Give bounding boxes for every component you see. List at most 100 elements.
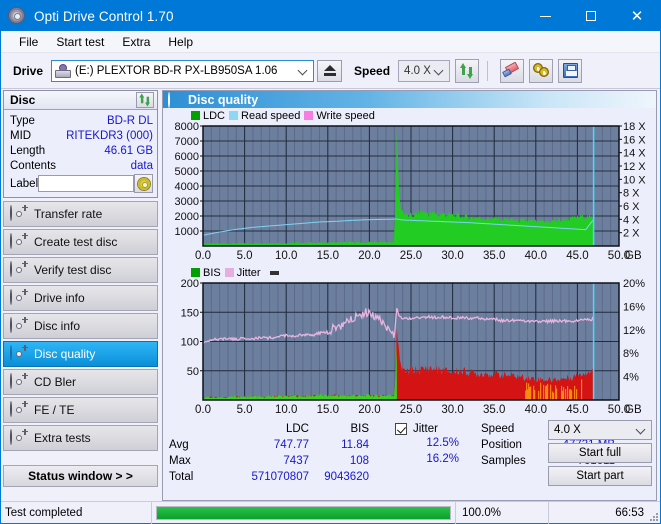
sidebar-item-cd-bler[interactable]: CD Bler bbox=[3, 369, 158, 395]
eject-button[interactable] bbox=[317, 59, 343, 82]
svg-text:40.0: 40.0 bbox=[525, 250, 547, 262]
discs-button[interactable] bbox=[529, 58, 554, 83]
svg-text:35.0: 35.0 bbox=[483, 250, 505, 262]
svg-text:15.0: 15.0 bbox=[317, 404, 339, 416]
jitter-checkbox[interactable] bbox=[395, 423, 407, 435]
legend-jitter: Jitter bbox=[224, 267, 261, 279]
sidebar-item-verify-test-disc[interactable]: Verify test disc bbox=[3, 257, 158, 283]
start-full-button[interactable]: Start full bbox=[548, 443, 652, 463]
main-panel: Disc quality LDC Read speed Write speed bbox=[162, 90, 657, 501]
menu-extra[interactable]: Extra bbox=[113, 33, 159, 51]
status-window-button[interactable]: Status window > > bbox=[3, 465, 158, 487]
legend-read-speed: Read speed bbox=[229, 110, 300, 122]
svg-text:35.0: 35.0 bbox=[483, 404, 505, 416]
legend-swatch-write-speed bbox=[304, 111, 314, 120]
app-disc-icon bbox=[8, 7, 26, 25]
svg-text:20%: 20% bbox=[623, 279, 645, 290]
ldc-chart-svg: 1000 2000 3000 4000 5000 6000 7000 8000 2 X 4 X6 … bbox=[175, 122, 647, 262]
drive-icon bbox=[55, 63, 72, 78]
sidebar-item-fe-te[interactable]: FE / TE bbox=[3, 397, 158, 423]
stats-col-ldc: LDC bbox=[285, 423, 309, 435]
svg-text:10.0: 10.0 bbox=[275, 250, 297, 262]
close-button[interactable]: ✕ bbox=[614, 1, 660, 31]
svg-text:10 X: 10 X bbox=[623, 174, 646, 186]
sidebar-item-create-test-disc[interactable]: Create test disc bbox=[3, 229, 158, 255]
stats-row-label: Avg bbox=[169, 439, 189, 451]
sidebar-label: Transfer rate bbox=[34, 207, 103, 221]
drive-select[interactable]: (E:) PLEXTOR BD-R PX-LB950SA 1.06 bbox=[51, 59, 315, 82]
application-window: Opti Drive Control 1.70 ✕ File Start tes… bbox=[0, 0, 661, 524]
top-chart: 1000 2000 3000 4000 5000 6000 7000 8000 2 X 4 X6 … bbox=[163, 122, 656, 265]
refresh-button[interactable] bbox=[455, 58, 480, 83]
window-title: Opti Drive Control 1.70 bbox=[34, 8, 174, 24]
svg-text:5000: 5000 bbox=[175, 166, 199, 178]
sidebar-nav: Transfer rate Create test disc Verify te… bbox=[3, 201, 158, 451]
menu-bar: File Start test Extra Help bbox=[1, 31, 660, 53]
erase-button[interactable] bbox=[500, 58, 525, 83]
sidebar-item-transfer-rate[interactable]: Transfer rate bbox=[3, 201, 158, 227]
sidebar-item-drive-info[interactable]: Drive info bbox=[3, 285, 158, 311]
test-speed-value: 4.0 X bbox=[554, 424, 581, 436]
legend-swatch-ldc bbox=[191, 111, 200, 120]
sidebar-item-extra-tests[interactable]: Extra tests bbox=[3, 425, 158, 451]
test-controls: 4.0 X Start full Start part bbox=[548, 420, 652, 486]
title-bar: Opti Drive Control 1.70 ✕ bbox=[1, 1, 660, 31]
menu-start-test[interactable]: Start test bbox=[47, 33, 113, 51]
test-speed-select[interactable]: 4.0 X bbox=[548, 420, 652, 440]
sidebar-label: Extra tests bbox=[34, 431, 91, 445]
save-button[interactable] bbox=[558, 58, 583, 83]
disc-key-label: Label bbox=[10, 177, 39, 190]
maximize-button[interactable] bbox=[568, 1, 614, 31]
sidebar-label: Create test disc bbox=[34, 235, 118, 249]
legend-swatch-jitter bbox=[224, 268, 234, 277]
svg-text:0.0: 0.0 bbox=[195, 404, 211, 416]
progress-percent: 100.0% bbox=[462, 506, 502, 519]
svg-text:1000: 1000 bbox=[175, 226, 199, 238]
legend-label: BIS bbox=[203, 266, 221, 279]
svg-text:7000: 7000 bbox=[175, 136, 199, 148]
svg-text:40.0: 40.0 bbox=[525, 404, 547, 416]
svg-text:25.0: 25.0 bbox=[400, 404, 422, 416]
sidebar-item-disc-info[interactable]: Disc info bbox=[3, 313, 158, 339]
svg-text:25.0: 25.0 bbox=[400, 250, 422, 262]
disc-icon bbox=[10, 288, 28, 307]
toolbar: Drive (E:) PLEXTOR BD-R PX-LB950SA 1.06 … bbox=[1, 53, 660, 89]
sidebar-item-disc-quality[interactable]: Disc quality bbox=[3, 341, 158, 367]
svg-text:200: 200 bbox=[181, 279, 199, 290]
sidebar-label: Drive info bbox=[34, 291, 85, 305]
cursor-marker-icon bbox=[269, 270, 279, 275]
stats-avg-ldc: 747.77 bbox=[273, 439, 309, 451]
menu-help[interactable]: Help bbox=[159, 33, 202, 51]
disc-panel: Disc Type BD-R DL MID RITEKDR3 (000) Len… bbox=[3, 90, 158, 198]
sidebar-label: FE / TE bbox=[34, 403, 75, 417]
table-row: Avg 747.77 11.84 bbox=[169, 437, 369, 453]
drive-select-value: (E:) PLEXTOR BD-R PX-LB950SA 1.06 bbox=[75, 64, 278, 77]
start-part-button[interactable]: Start part bbox=[548, 466, 652, 486]
disc-row-length: Length 46.61 GB bbox=[10, 143, 153, 158]
svg-text:30.0: 30.0 bbox=[441, 250, 463, 262]
disc-key-contents: Contents bbox=[10, 159, 57, 172]
svg-text:4000: 4000 bbox=[175, 181, 199, 193]
disc-properties: Type BD-R DL MID RITEKDR3 (000) Length 4… bbox=[4, 110, 157, 197]
disc-value-length: 46.61 GB bbox=[104, 144, 153, 157]
svg-text:100: 100 bbox=[181, 337, 199, 349]
chevron-down-icon bbox=[433, 65, 444, 75]
stats-header-row: LDC BIS bbox=[169, 421, 369, 437]
disc-label-input[interactable] bbox=[38, 175, 135, 192]
disc-refresh-button[interactable] bbox=[136, 92, 154, 108]
menu-file[interactable]: File bbox=[10, 33, 47, 51]
disc-icon bbox=[10, 204, 28, 223]
disc-row-label: Label bbox=[10, 174, 153, 193]
resize-grip[interactable] bbox=[648, 511, 658, 521]
chevron-down-icon bbox=[635, 424, 646, 435]
disc-label-button[interactable] bbox=[134, 174, 153, 193]
svg-text:5.0: 5.0 bbox=[237, 250, 253, 262]
svg-text:GB: GB bbox=[625, 404, 642, 416]
minimize-button[interactable] bbox=[522, 1, 568, 31]
disc-icon bbox=[10, 428, 28, 447]
svg-text:45.0: 45.0 bbox=[566, 404, 588, 416]
disc-key-type: Type bbox=[10, 114, 35, 127]
svg-text:45.0: 45.0 bbox=[566, 250, 588, 262]
speed-select[interactable]: 4.0 X bbox=[398, 59, 451, 82]
sidebar: Disc Type BD-R DL MID RITEKDR3 (000) Len… bbox=[3, 90, 158, 501]
